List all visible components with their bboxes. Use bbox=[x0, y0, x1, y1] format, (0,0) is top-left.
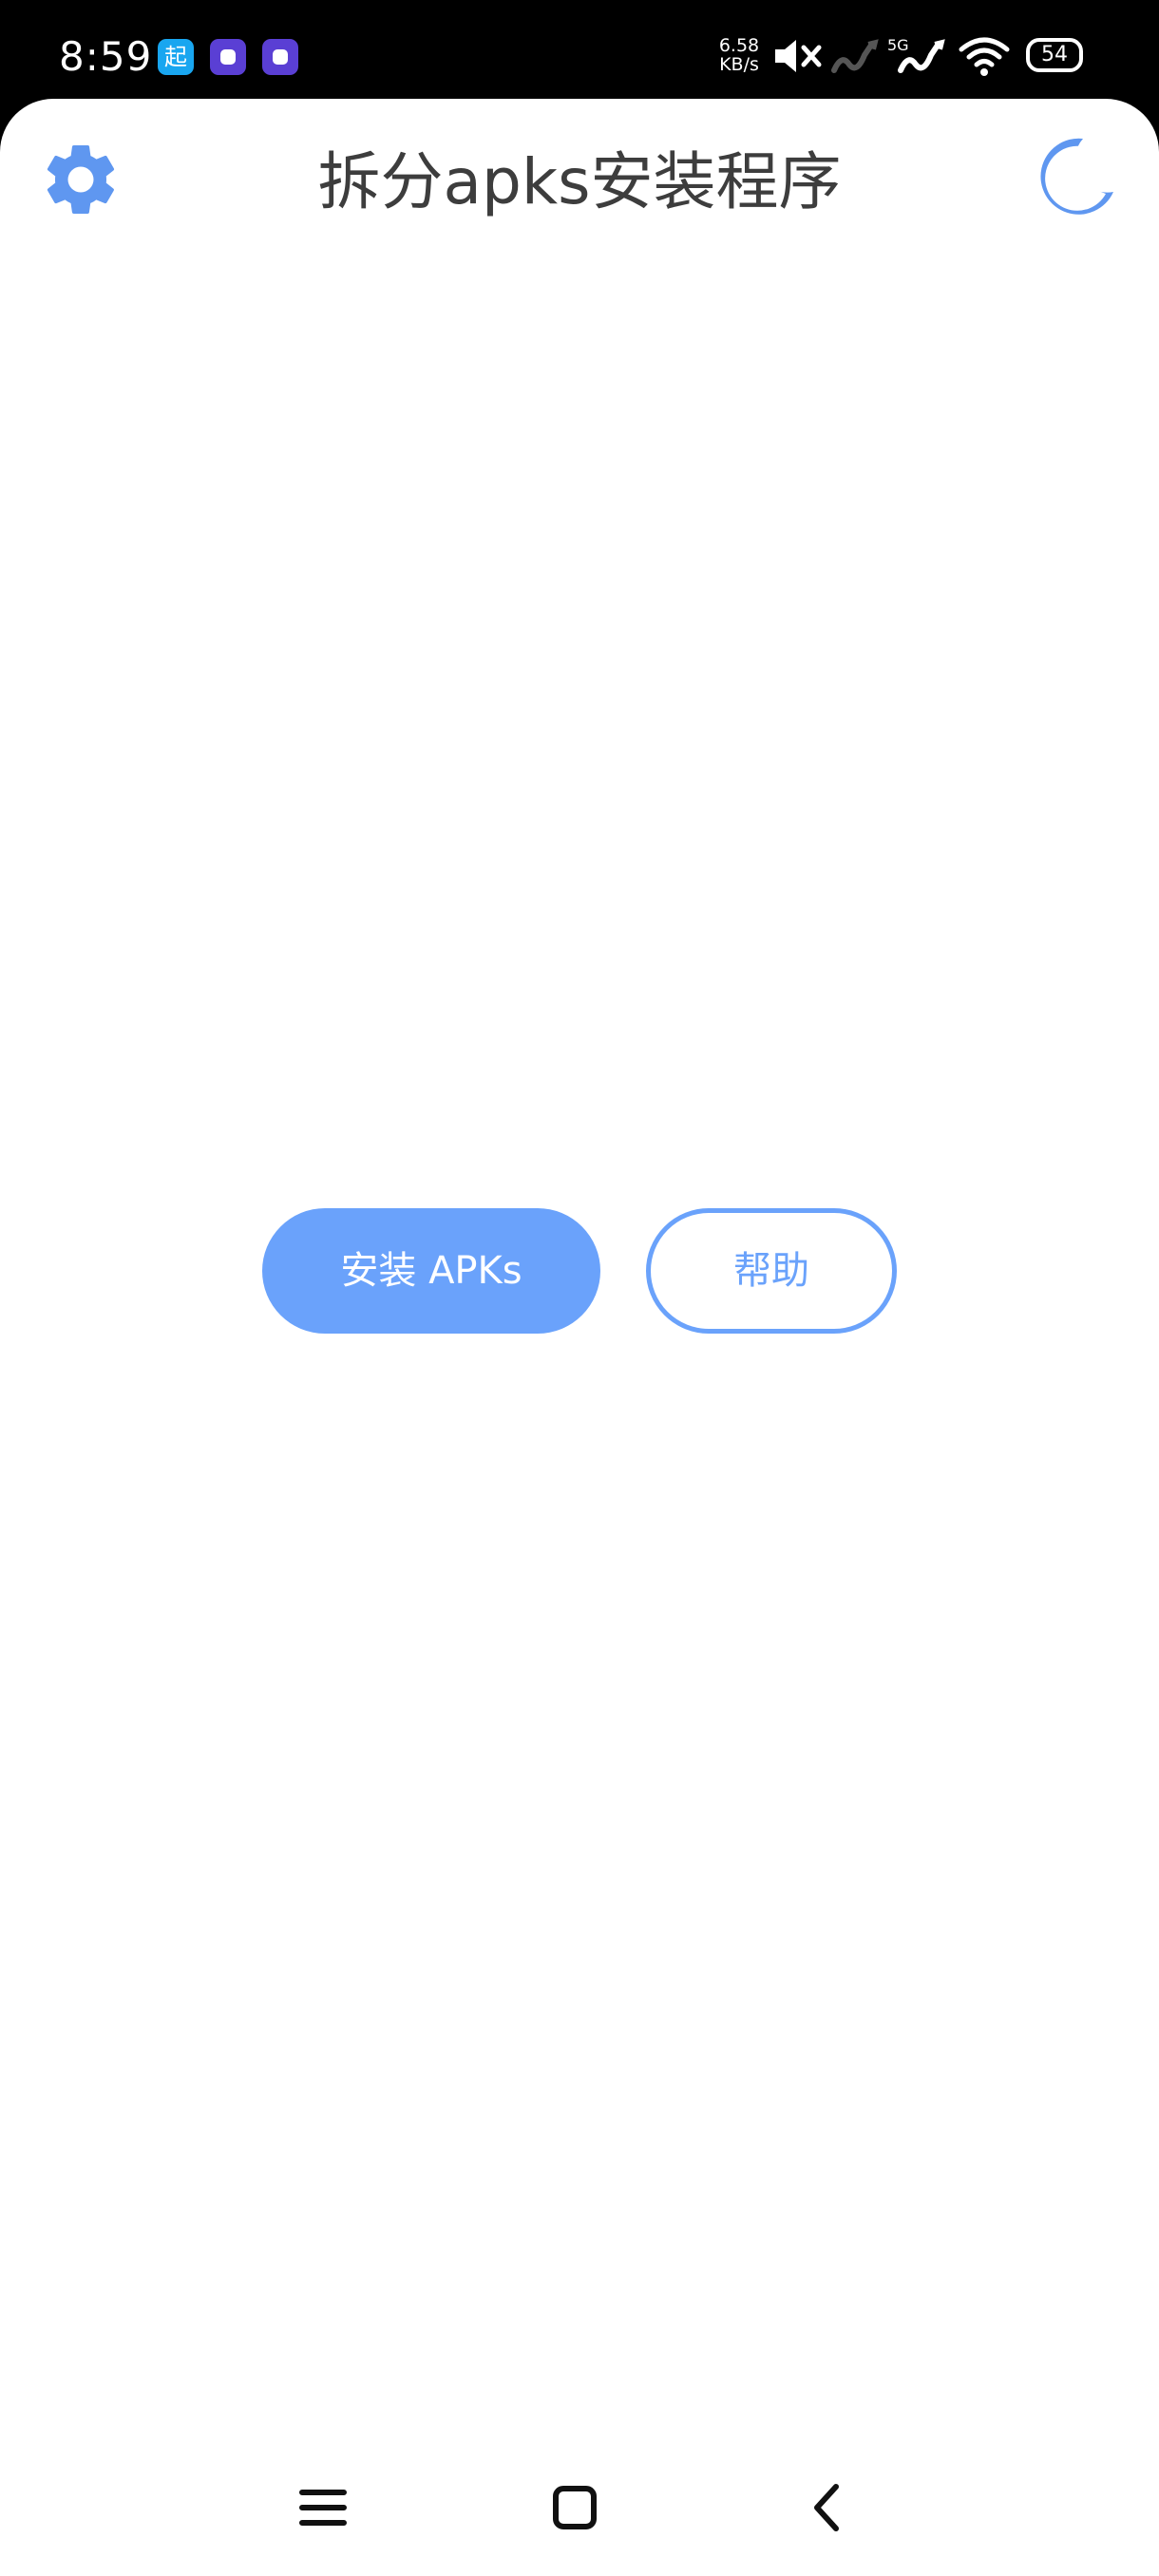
screen: 8:59 起 6.58 KB/s 5G 54 拆分apks安装程序 安装 APK… bbox=[0, 0, 1159, 2576]
status-time: 8:59 bbox=[59, 33, 153, 80]
notification-app-icon bbox=[210, 39, 246, 75]
moon-icon bbox=[1040, 138, 1113, 215]
wifi-icon bbox=[959, 37, 1010, 76]
battery-icon: 54 bbox=[1026, 38, 1083, 72]
back-button[interactable] bbox=[790, 2470, 866, 2546]
network-speed: 6.58 KB/s bbox=[714, 36, 764, 74]
page-title: 拆分apks安装程序 bbox=[317, 145, 842, 218]
install-apks-button[interactable]: 安装 APKs bbox=[262, 1208, 600, 1334]
menu-icon bbox=[299, 2490, 347, 2526]
back-icon bbox=[814, 2484, 839, 2531]
app-surface: 拆分apks安装程序 安装 APKs 帮助 bbox=[0, 99, 1159, 2576]
gear-icon bbox=[47, 144, 115, 214]
theme-toggle-button[interactable] bbox=[1034, 133, 1119, 218]
menu-button[interactable] bbox=[285, 2470, 361, 2546]
help-button[interactable]: 帮助 bbox=[646, 1208, 897, 1334]
home-button[interactable] bbox=[537, 2470, 613, 2546]
network-speed-value: 6.58 bbox=[718, 35, 760, 56]
mute-icon bbox=[775, 40, 822, 72]
status-bar: 8:59 起 6.58 KB/s 5G 54 bbox=[0, 0, 1159, 99]
settings-button[interactable] bbox=[38, 137, 124, 222]
notification-app-icon: 起 bbox=[158, 39, 194, 75]
network-speed-unit: KB/s bbox=[719, 54, 759, 75]
signal-1-icon bbox=[831, 39, 879, 73]
notification-app-icon bbox=[262, 39, 298, 75]
signal-2-icon bbox=[898, 39, 945, 73]
home-icon bbox=[553, 2486, 597, 2529]
